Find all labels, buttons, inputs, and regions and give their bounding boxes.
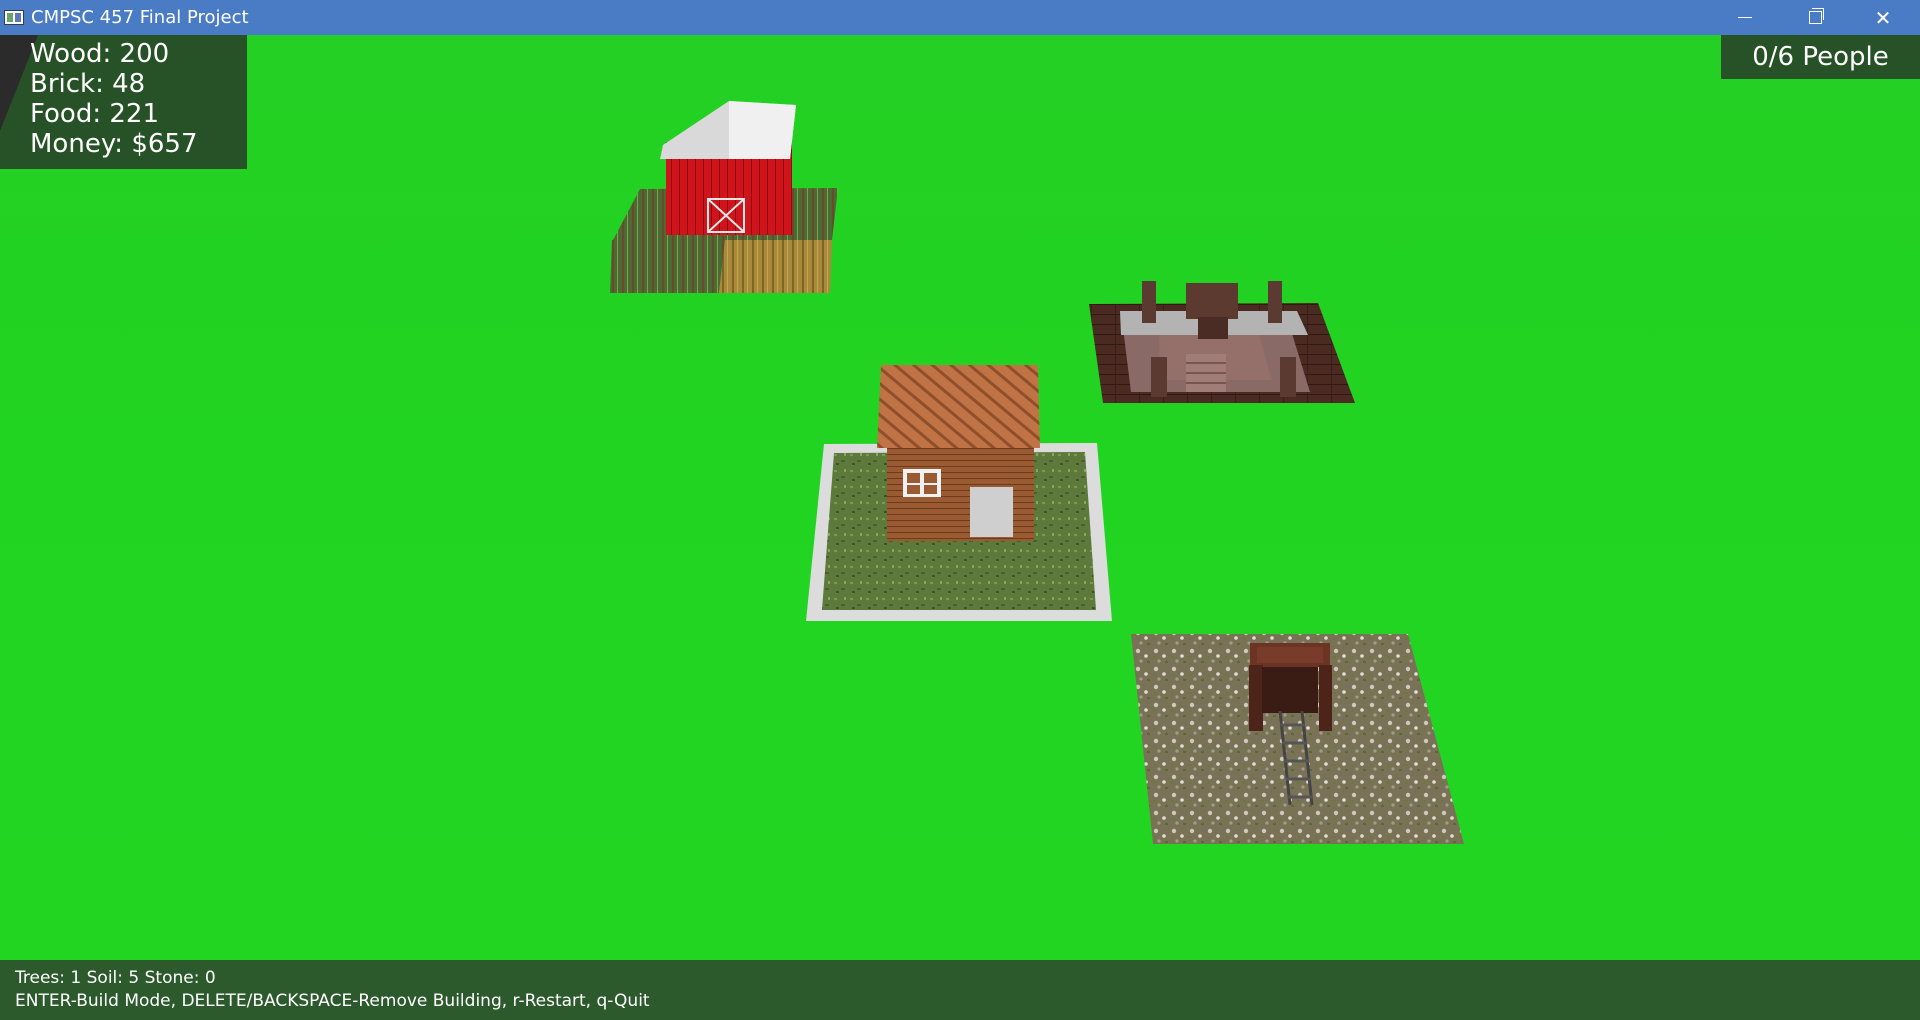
farm-building[interactable] (610, 101, 838, 293)
app-window-icon (4, 10, 24, 25)
close-icon: ✕ (1874, 5, 1892, 30)
close-button[interactable]: ✕ (1848, 0, 1918, 35)
minimize-icon (1738, 17, 1752, 18)
minimize-button[interactable] (1710, 0, 1780, 35)
farm-field-left (610, 240, 725, 293)
restore-button[interactable] (1780, 0, 1850, 35)
house-door (970, 487, 1013, 537)
house-building[interactable] (806, 365, 1112, 621)
status-bar: Trees: 1 Soil: 5 Stone: 0 ENTER-Build Mo… (0, 960, 1920, 1020)
quarry-pillar (1268, 281, 1282, 323)
resource-panel: Wood: 200 Brick: 48 Food: 221 Money: $65… (0, 35, 247, 169)
quarry-block (1186, 283, 1238, 319)
house-roof (877, 365, 1040, 448)
wood-count: Wood: 200 (30, 39, 170, 69)
quarry-building[interactable] (1089, 281, 1355, 403)
farm-field-right (719, 240, 832, 293)
quarry-pillar (1142, 281, 1156, 323)
food-count: Food: 221 (30, 99, 159, 129)
mine-building[interactable] (1131, 634, 1464, 844)
terrain-counts: Trees: 1 Soil: 5 Stone: 0 (15, 968, 216, 988)
window-title: CMPSC 457 Final Project (31, 7, 249, 28)
money-count: Money: $657 (30, 129, 198, 159)
mine-entrance (1262, 667, 1318, 713)
controls-help: ENTER-Build Mode, DELETE/BACKSPACE-Remov… (15, 991, 650, 1011)
quarry-pillar (1280, 357, 1296, 397)
title-bar[interactable]: CMPSC 457 Final Project ✕ (0, 0, 1920, 35)
brick-count: Brick: 48 (30, 69, 146, 99)
mine-post (1249, 665, 1263, 731)
restore-icon (1808, 8, 1824, 24)
mine-post (1319, 665, 1332, 731)
game-viewport[interactable]: Wood: 200 Brick: 48 Food: 221 Money: $65… (0, 35, 1920, 960)
population-counter: 0/6 People (1721, 35, 1920, 79)
town-scene[interactable] (0, 35, 1920, 960)
quarry-pillar (1151, 357, 1167, 397)
